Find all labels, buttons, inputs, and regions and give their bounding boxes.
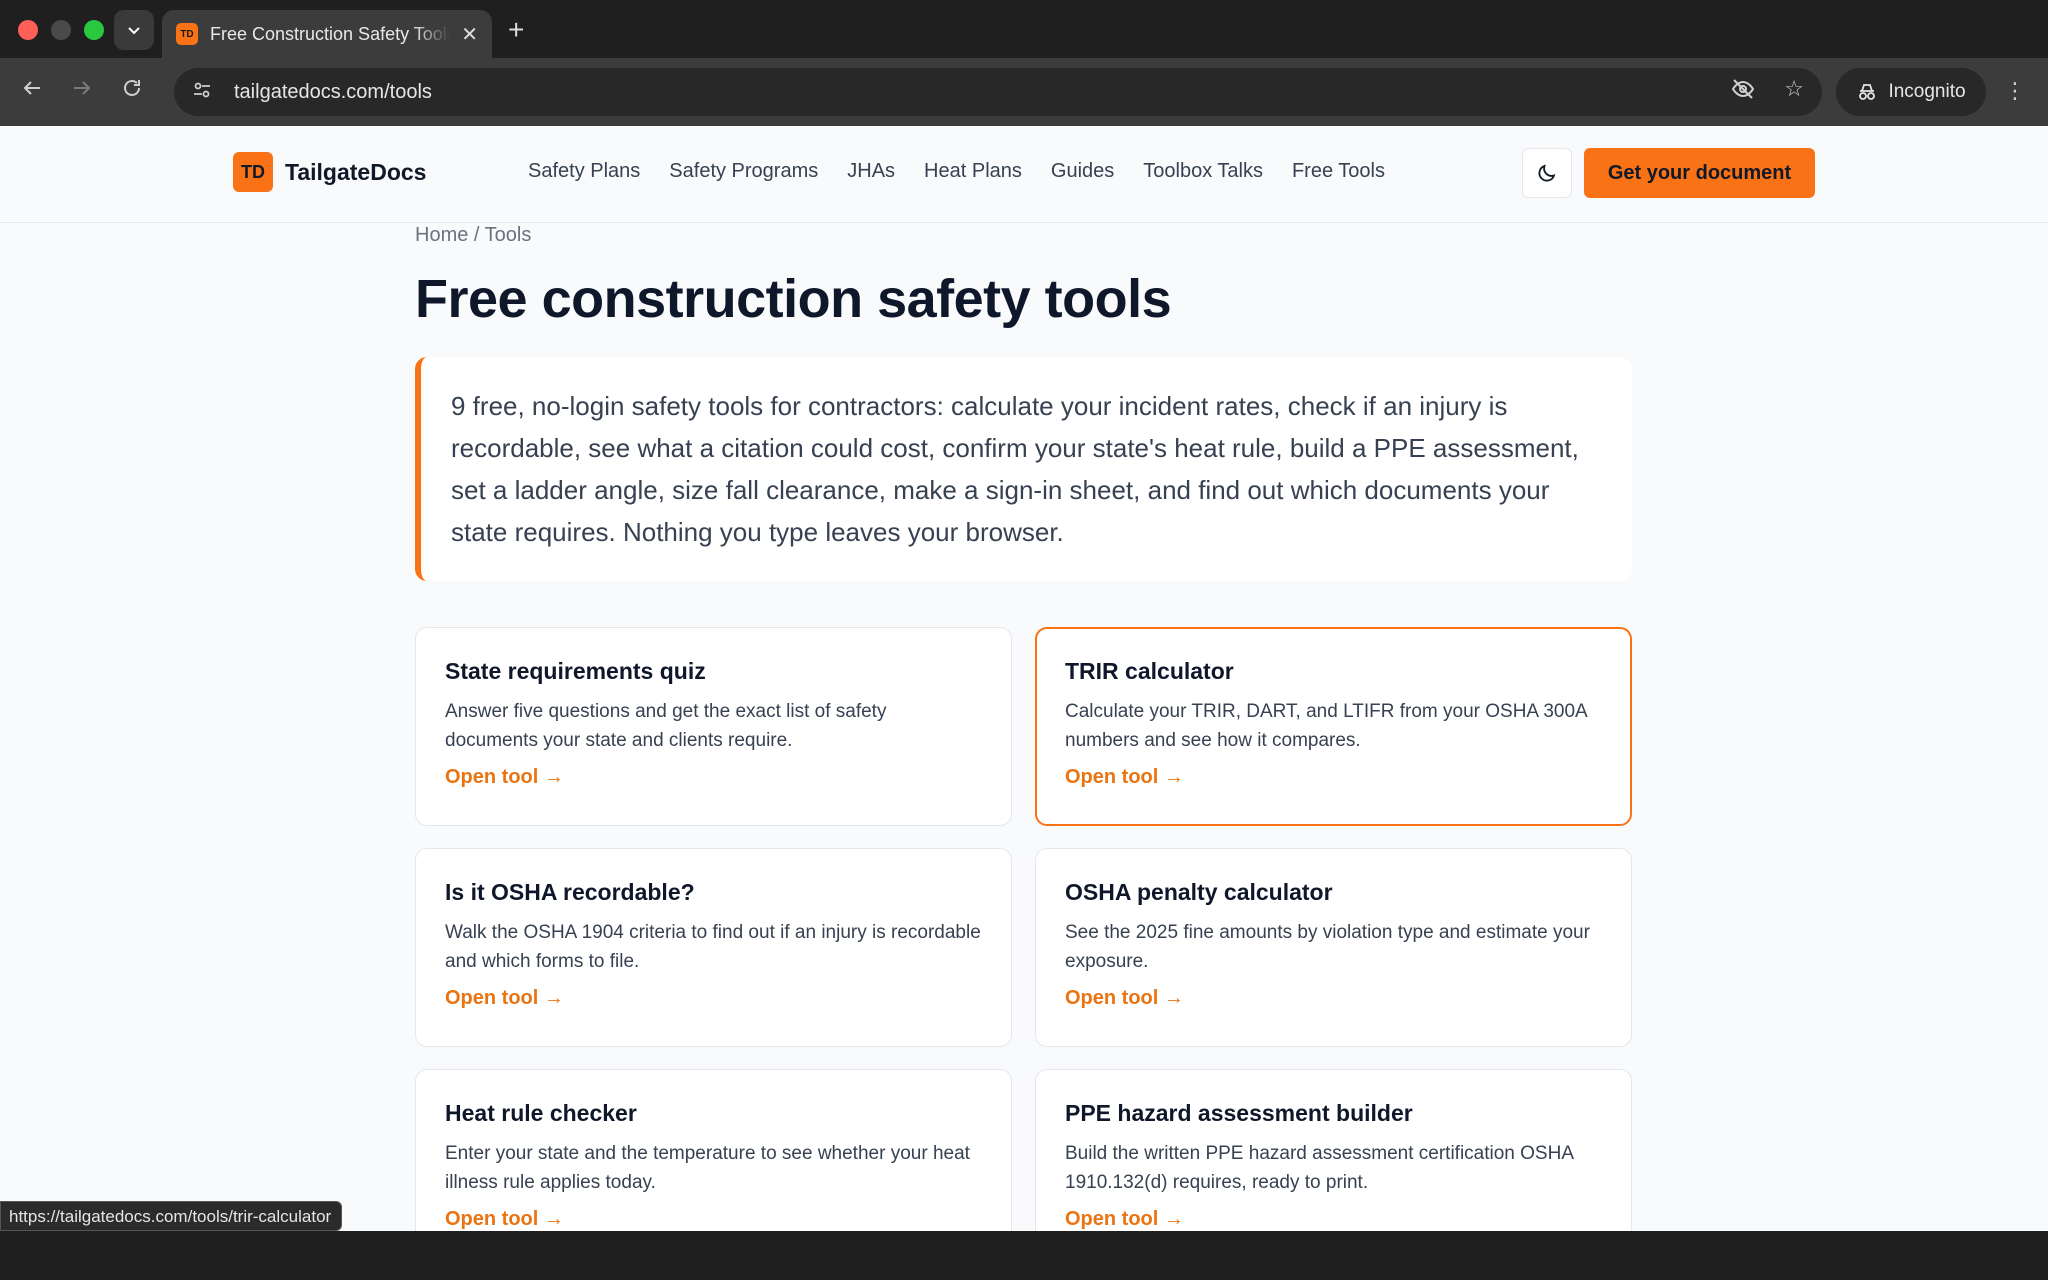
site-header: TD TailgateDocs Safety Plans Safety Prog… (0, 126, 2048, 223)
tool-card-state-quiz[interactable]: State requirements quiz Answer five ques… (415, 627, 1012, 826)
card-title: PPE hazard assessment builder (1065, 1100, 1413, 1126)
bookmark-star-icon[interactable]: ☆ (1784, 76, 1804, 108)
card-description: Answer five questions and get the exact … (445, 701, 887, 751)
status-bar-url: https://tailgatedocs.com/tools/trir-calc… (0, 1201, 343, 1231)
minimize-window-button[interactable] (51, 20, 71, 40)
logo-mark: TD (233, 152, 273, 192)
chevron-down-icon (128, 27, 140, 35)
card-title: OSHA penalty calculator (1065, 879, 1333, 905)
tab-title: Free Construction Safety Tools (210, 23, 450, 44)
site-settings-icon[interactable] (192, 80, 216, 105)
site-logo[interactable]: TD TailgateDocs (233, 152, 426, 192)
get-document-button[interactable]: Get your document (1584, 148, 1815, 198)
nav-safety-plans[interactable]: Safety Plans (528, 160, 640, 183)
card-description: Walk the OSHA 1904 criteria to find out … (445, 922, 981, 972)
open-tool-link[interactable]: Open tool → (445, 1208, 564, 1231)
arrow-right-icon (74, 81, 91, 95)
nav-guides[interactable]: Guides (1051, 160, 1114, 183)
browser-toolbar: tailgatedocs.com/tools ☆ Incognito ⋮ (0, 58, 2048, 126)
url-text[interactable]: tailgatedocs.com/tools (234, 81, 432, 104)
card-description: Enter your state and the temperature to … (445, 1143, 970, 1193)
theme-toggle-button[interactable] (1522, 148, 1572, 198)
eye-off-icon[interactable] (1730, 76, 1756, 108)
card-title: Heat rule checker (445, 1100, 637, 1126)
card-description: Calculate your TRIR, DART, and LTIFR fro… (1065, 701, 1587, 751)
intro-text: 9 free, no-login safety tools for contra… (451, 391, 1579, 547)
incognito-label: Incognito (1888, 81, 1966, 102)
close-tab-icon[interactable]: ✕ (461, 22, 478, 47)
open-tool-link[interactable]: Open tool → (1065, 987, 1184, 1010)
back-button[interactable] (20, 76, 44, 109)
nav-heat-plans[interactable]: Heat Plans (924, 160, 1022, 183)
close-window-button[interactable] (18, 20, 38, 40)
intro-callout: 9 free, no-login safety tools for contra… (415, 357, 1632, 581)
logo-text: TailgateDocs (285, 158, 427, 185)
nav-toolbox-talks[interactable]: Toolbox Talks (1143, 160, 1263, 183)
nav-jhas[interactable]: JHAs (847, 160, 895, 183)
new-tab-button[interactable]: + (508, 14, 524, 46)
main-nav: Safety Plans Safety Programs JHAs Heat P… (528, 160, 1385, 183)
reload-icon (124, 80, 140, 96)
address-bar[interactable]: tailgatedocs.com/tools ☆ (174, 68, 1822, 116)
maximize-window-button[interactable] (84, 20, 104, 40)
card-description: See the 2025 fine amounts by violation t… (1065, 922, 1590, 972)
open-tool-link[interactable]: Open tool → (445, 766, 564, 789)
browser-tab-bar: TD Free Construction Safety Tools ✕ + (0, 0, 2048, 58)
open-tool-link[interactable]: Open tool → (1065, 766, 1184, 789)
card-title: Is it OSHA recordable? (445, 879, 695, 905)
tool-card-osha-recordable[interactable]: Is it OSHA recordable? Walk the OSHA 190… (415, 848, 1012, 1047)
tool-card-osha-penalty[interactable]: OSHA penalty calculator See the 2025 fin… (1035, 848, 1632, 1047)
card-title: TRIR calculator (1065, 658, 1234, 684)
incognito-icon (1859, 84, 1876, 100)
page-title: Free construction safety tools (415, 269, 1172, 329)
breadcrumb[interactable]: Home / Tools (415, 224, 531, 247)
favicon-icon: TD (176, 23, 198, 45)
nav-safety-programs[interactable]: Safety Programs (669, 160, 818, 183)
moon-icon (1538, 164, 1556, 182)
open-tool-link[interactable]: Open tool → (1065, 1208, 1184, 1231)
browser-tab[interactable]: TD Free Construction Safety Tools ✕ (162, 10, 492, 58)
nav-free-tools[interactable]: Free Tools (1292, 160, 1385, 183)
card-title: State requirements quiz (445, 658, 706, 684)
browser-menu-icon[interactable]: ⋮ (2004, 78, 2026, 104)
browser-bottom-bar (0, 1231, 2048, 1280)
reload-button[interactable] (120, 76, 144, 109)
tab-search-button[interactable] (114, 10, 154, 50)
forward-button[interactable] (70, 76, 94, 109)
incognito-indicator[interactable]: Incognito (1836, 68, 1986, 116)
arrow-left-icon (23, 81, 40, 95)
open-tool-link[interactable]: Open tool → (445, 987, 564, 1010)
card-description: Build the written PPE hazard assessment … (1065, 1143, 1573, 1193)
tool-card-trir-calculator[interactable]: TRIR calculator Calculate your TRIR, DAR… (1035, 627, 1632, 826)
